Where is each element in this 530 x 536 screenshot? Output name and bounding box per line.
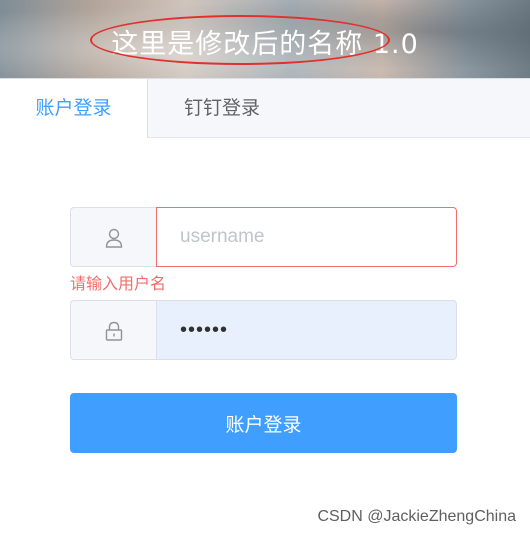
watermark: CSDN @JackieZhengChina (317, 508, 516, 525)
lock-icon (105, 321, 123, 341)
username-input[interactable] (156, 207, 457, 267)
password-field (70, 300, 457, 360)
username-prepend (70, 207, 156, 267)
tab-account-login[interactable]: 账户登录 (0, 79, 148, 138)
password-input[interactable] (156, 300, 457, 360)
login-card: 账户登录 钉钉登录 请输入用户名 账户登录 (0, 78, 530, 536)
login-tabs: 账户登录 钉钉登录 (0, 79, 530, 138)
user-icon (105, 228, 123, 248)
username-error-message: 请输入用户名 (70, 274, 167, 293)
password-prepend (70, 300, 156, 360)
username-field (70, 207, 457, 267)
account-login-button[interactable]: 账户登录 (70, 393, 457, 453)
tab-dingtalk-login[interactable]: 钉钉登录 (148, 79, 296, 138)
title-highlight-annotation (90, 15, 390, 65)
